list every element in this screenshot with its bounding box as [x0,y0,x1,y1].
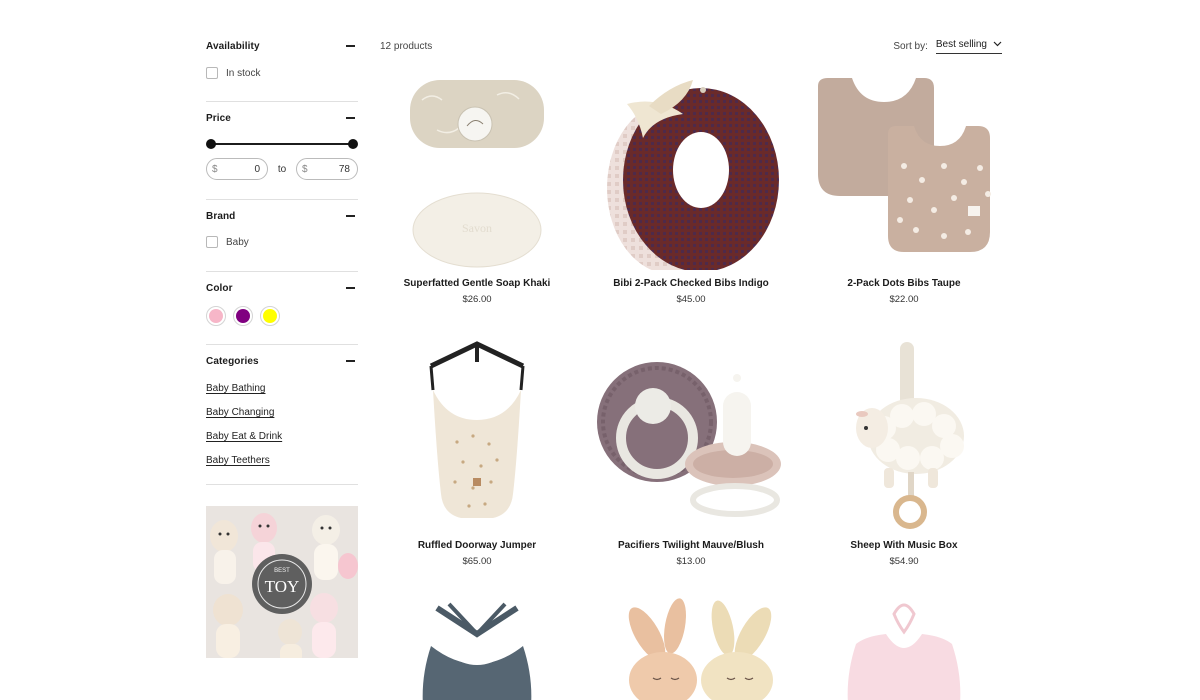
product-card[interactable]: 2-Pack Dots Bibs Taupe $22.00 [804,70,1004,305]
svg-text:Savon: Savon [462,221,492,235]
currency-symbol: $ [212,163,218,175]
product-name[interactable]: Sheep With Music Box [804,540,1004,551]
price-inputs: $ 0 to $ 78 [206,158,358,180]
product-price: $13.00 [676,556,706,567]
price-slider-track [210,143,354,145]
product-card[interactable]: Pacifiers Twilight Mauve/Blush $13.00 [591,332,791,567]
product-card[interactable]: Savon Superfatted Gentle Soap Khaki $26.… [377,70,577,305]
price-slider-max-handle[interactable] [348,139,358,149]
brand-filter-title: Brand [206,210,236,222]
product-name[interactable]: Ruffled Doorway Jumper [377,540,577,551]
sort-control: Sort by: Best selling [893,39,1002,54]
price-filter-title: Price [206,112,231,124]
availability-filter-title: Availability [206,40,260,52]
award-badge-small-text: BEST [274,568,290,574]
product-image[interactable]: Savon [377,70,577,270]
in-stock-label: In stock [226,67,261,79]
filter-sidebar: Availability In stock Price $ 0 to $ 78 [206,34,358,485]
chevron-down-icon [993,41,1002,47]
product-image[interactable] [591,70,791,270]
price-filter: Price $ 0 to $ 78 [206,102,358,200]
collapse-icon[interactable] [346,215,355,217]
product-price: $22.00 [889,294,919,305]
price-filter-header[interactable]: Price [206,106,358,130]
price-min-input[interactable]: $ 0 [206,158,268,180]
brand-baby-checkbox[interactable] [206,236,218,248]
sort-select[interactable]: Best selling [935,38,1002,54]
product-image[interactable] [804,332,1004,532]
color-swatch-purple[interactable] [233,306,253,326]
category-link-baby-eat-drink[interactable]: Baby Eat & Drink [206,428,358,452]
color-swatch-pink[interactable] [206,306,226,326]
color-swatch-yellow[interactable] [260,306,280,326]
product-price: $65.00 [462,556,492,567]
color-filter-header[interactable]: Color [206,276,358,300]
product-name[interactable]: Bibi 2-Pack Checked Bibs Indigo [591,278,791,289]
color-swatches [206,306,358,326]
collapse-icon[interactable] [346,117,355,119]
product-listing: 12 products Sort by: Best selling [380,34,1002,58]
categories-filter-title: Categories [206,355,259,367]
category-link-baby-changing[interactable]: Baby Changing [206,404,358,428]
product-image[interactable] [377,594,577,700]
brand-baby-label: Baby [226,236,249,248]
product-price: $54.90 [889,556,919,567]
color-filter: Color [206,272,358,345]
award-badge-text: TOY [265,577,300,596]
collapse-icon[interactable] [346,360,355,362]
collapse-icon[interactable] [346,45,355,47]
swatch-fill [209,309,223,323]
product-price: $26.00 [462,294,492,305]
swatch-fill [263,309,277,323]
product-image[interactable] [804,594,1004,700]
product-card[interactable]: Bibi 2-Pack Checked Bibs Indigo $45.00 [591,70,791,305]
sort-value: Best selling [935,38,987,50]
availability-filter: Availability In stock [206,34,358,102]
category-link-baby-bathing[interactable]: Baby Bathing [206,380,358,404]
categories-filter-header[interactable]: Categories [206,349,358,373]
color-filter-title: Color [206,282,233,294]
brand-baby-option[interactable]: Baby [206,233,358,251]
sort-label: Sort by: [893,40,928,52]
availability-filter-header[interactable]: Availability [206,34,358,58]
product-image[interactable] [377,332,577,532]
promo-banner-image[interactable]: BEST TOY [206,506,358,658]
price-max-value: 78 [338,163,350,175]
price-to-label: to [277,163,287,175]
product-card[interactable] [377,594,577,700]
category-list: Baby Bathing Baby Changing Baby Eat & Dr… [206,380,358,476]
listing-toolbar: 12 products Sort by: Best selling [380,34,1002,58]
swatch-fill [236,309,250,323]
price-max-input[interactable]: $ 78 [296,158,358,180]
brand-filter-header[interactable]: Brand [206,204,358,228]
product-image[interactable] [591,594,791,700]
price-min-value: 0 [254,163,260,175]
currency-symbol: $ [302,163,308,175]
in-stock-checkbox[interactable] [206,67,218,79]
product-count: 12 products [380,40,433,52]
categories-filter: Categories Baby Bathing Baby Changing Ba… [206,345,358,485]
product-image[interactable] [804,70,1004,270]
price-range-slider[interactable] [206,137,358,151]
product-card[interactable] [804,594,1004,700]
product-name[interactable]: 2-Pack Dots Bibs Taupe [804,278,1004,289]
collapse-icon[interactable] [346,287,355,289]
product-card[interactable]: Sheep With Music Box $54.90 [804,332,1004,567]
product-card[interactable] [591,594,791,700]
product-name[interactable]: Superfatted Gentle Soap Khaki [377,278,577,289]
category-link-baby-teethers[interactable]: Baby Teethers [206,452,358,476]
in-stock-option[interactable]: In stock [206,64,358,82]
product-name[interactable]: Pacifiers Twilight Mauve/Blush [591,540,791,551]
brand-filter: Brand Baby [206,200,358,272]
product-card[interactable]: Ruffled Doorway Jumper $65.00 [377,332,577,567]
product-price: $45.00 [676,294,706,305]
price-slider-min-handle[interactable] [206,139,216,149]
product-image[interactable] [591,332,791,532]
